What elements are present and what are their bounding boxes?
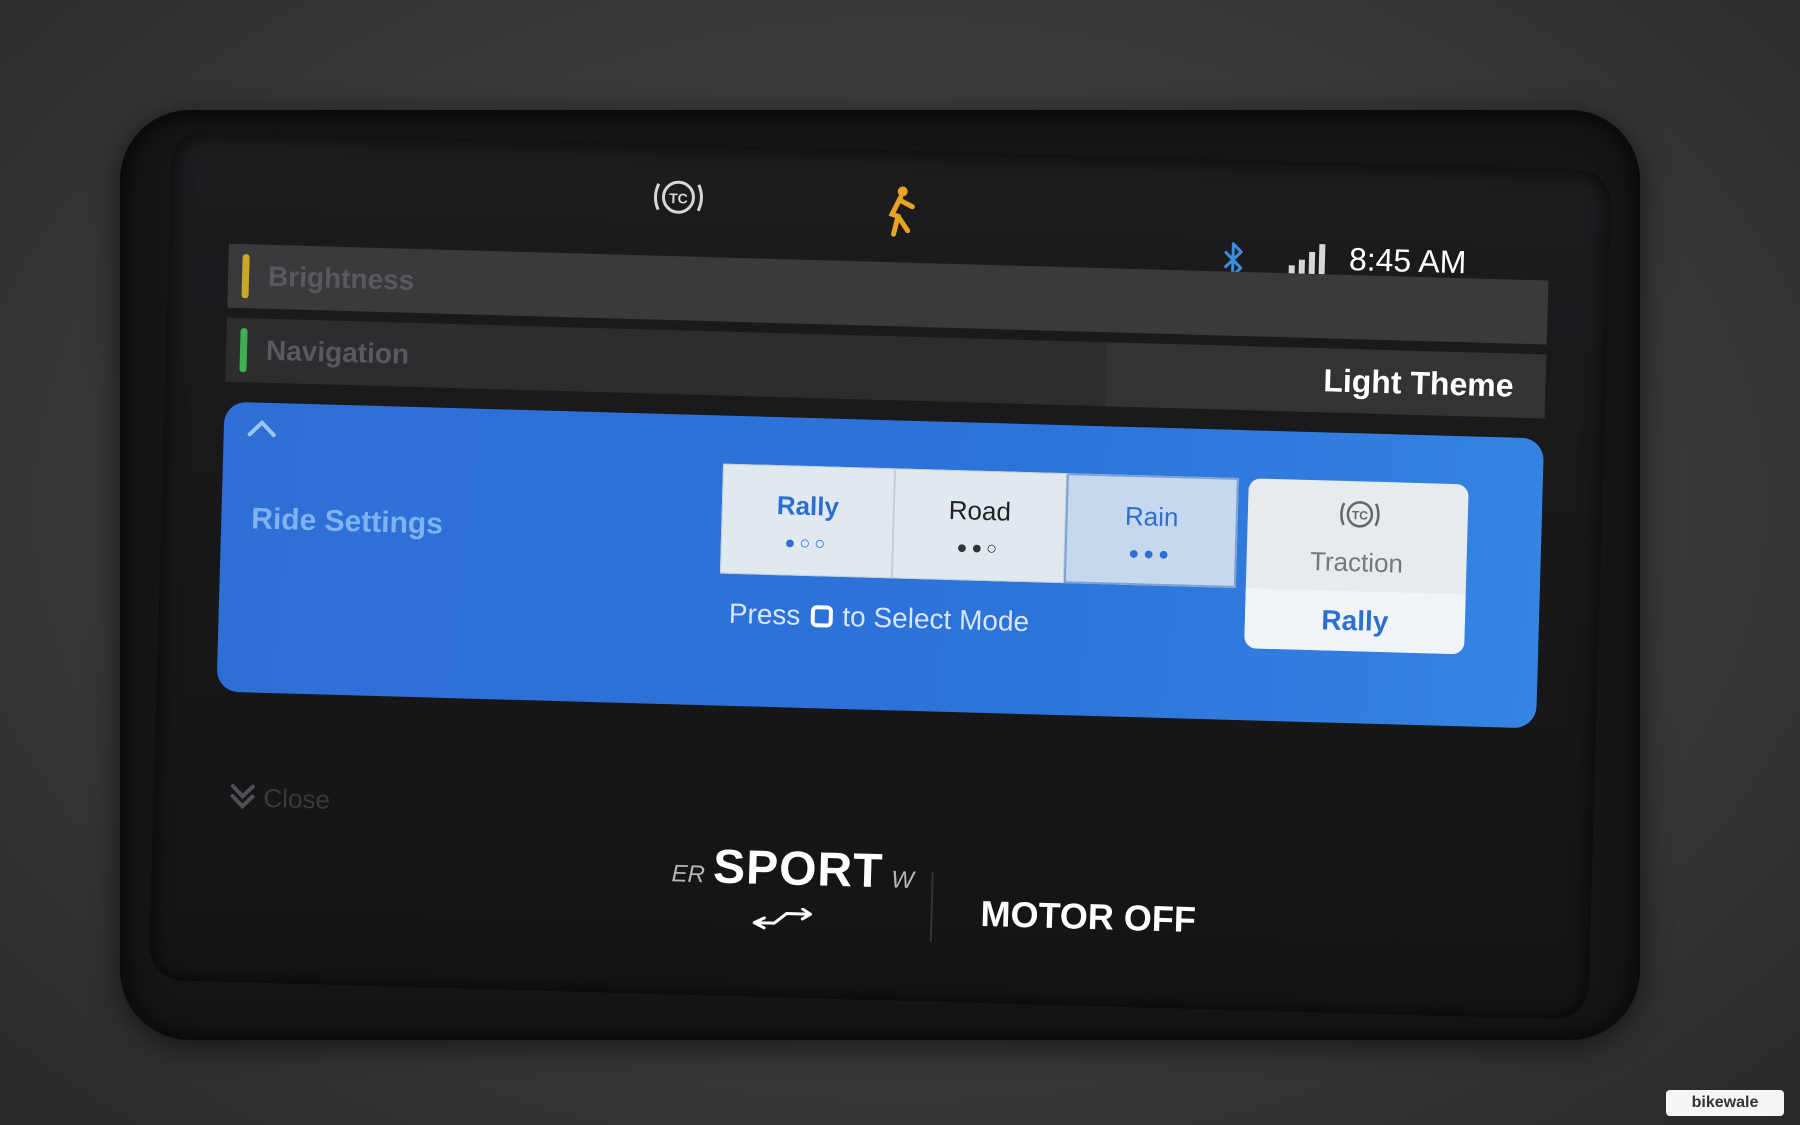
theme-setting-value[interactable]: Light Theme [1104,342,1547,419]
ride-mode-rain[interactable]: Rain ●●● [1063,473,1239,588]
rider-icon [879,184,920,239]
watermark-logo: bikewale [1666,1090,1784,1116]
traction-label: Traction [1309,546,1404,579]
menu-item-brightness-label: Brightness [267,260,415,296]
drive-mode-indicator: ER SPORT W [671,838,915,900]
hint-prefix: Press [728,597,801,631]
ride-mode-road-level: ●●○ [956,537,1002,559]
ride-settings-label: Ride Settings [250,502,444,541]
ride-mode-rain-level: ●●● [1128,542,1174,565]
chevron-down-icon[interactable] [227,780,258,813]
traction-value: Rally [1244,588,1466,655]
drive-mode-right-letter: W [890,866,915,895]
select-button-icon [810,605,833,628]
ride-mode-rain-label: Rain [1124,500,1179,533]
motor-status: MOTOR OFF [980,892,1197,940]
ride-mode-rally-label: Rally [776,490,840,522]
ride-mode-rally[interactable]: Rally ●○○ [719,463,895,579]
ride-mode-road[interactable]: Road ●●○ [891,468,1067,584]
tc-warning-icon: TC [650,173,707,221]
signal-bars-icon [1287,241,1332,276]
navigation-accent-bar [239,328,248,373]
hint-suffix: to Select Mode [841,600,1030,638]
traction-setting-card[interactable]: TC Traction Rally [1244,478,1469,655]
close-label[interactable]: Close [263,783,330,816]
svg-text:TC: TC [1352,508,1369,522]
ride-mode-road-label: Road [948,494,1012,527]
chevron-up-icon[interactable] [244,416,281,441]
dashboard-screen: TC 8:45 AM Brightness Navigation Light T… [148,130,1612,1020]
ride-mode-rally-level: ●○○ [784,532,830,554]
mode-switch-arrows-icon [750,907,821,933]
menu-item-navigation-label: Navigation [265,334,410,370]
status-divider [929,871,934,942]
traction-control-icon: TC [1337,495,1382,534]
drive-mode-current: SPORT [712,840,885,899]
brightness-accent-bar [241,254,250,299]
svg-text:TC: TC [669,190,688,207]
drive-mode-left-letters: ER [671,860,706,889]
